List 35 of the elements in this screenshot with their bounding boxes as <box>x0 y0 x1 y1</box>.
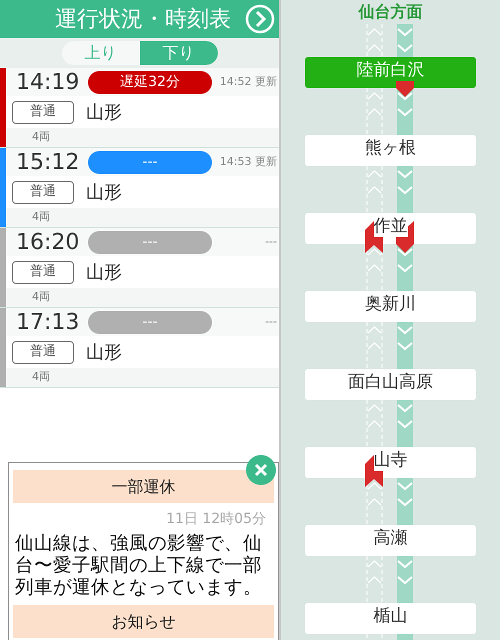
direction-tab[interactable]: 下り <box>140 41 218 65</box>
train-type-label: 普通 <box>12 340 74 364</box>
train-type-label: 普通 <box>12 260 74 284</box>
train-type-label: 普通 <box>12 180 74 204</box>
car-count: 4両 <box>32 209 50 226</box>
direction-tab[interactable]: 上り <box>62 41 140 65</box>
train-type-label: 普通 <box>12 100 74 124</box>
status-pill: --- <box>88 310 212 334</box>
destination: 山形 <box>86 180 122 204</box>
status-pill: --- <box>88 230 212 254</box>
update-time: --- <box>265 234 277 250</box>
departure-time: 17:13 <box>16 308 80 336</box>
destination: 山形 <box>86 260 122 284</box>
next-notice-title: お知らせ <box>13 605 274 638</box>
car-count: 4両 <box>32 129 50 146</box>
notice-message: 仙山線は、強風の影響で、仙台〜愛子駅間の上下線で一部列車が運休となっています。 <box>14 533 263 599</box>
departure-time: 14:19 <box>16 68 80 96</box>
departure-time: 16:20 <box>16 228 80 256</box>
car-count: 4両 <box>32 369 50 386</box>
update-time: --- <box>265 314 277 330</box>
destination: 山形 <box>86 340 122 364</box>
car-count: 4両 <box>32 289 50 306</box>
station-name: 熊ヶ根 <box>365 138 416 159</box>
direction-label: 仙台方面 <box>358 1 422 23</box>
station-name: 陸前白沢 <box>356 60 424 81</box>
station-name: 山寺 <box>374 450 408 471</box>
notice-title: 一部運休 <box>13 470 274 503</box>
status-pill: 遅延32分 <box>88 70 212 94</box>
destination: 山形 <box>86 100 122 124</box>
status-pill: --- <box>88 150 212 174</box>
notice-date: 11日 12時05分 <box>166 510 267 529</box>
departure-time: 15:12 <box>16 148 80 176</box>
header-title: 運行状況・時刻表 <box>55 6 231 34</box>
update-time: 14:52 更新 <box>220 74 277 90</box>
update-time: 14:53 更新 <box>220 154 277 170</box>
